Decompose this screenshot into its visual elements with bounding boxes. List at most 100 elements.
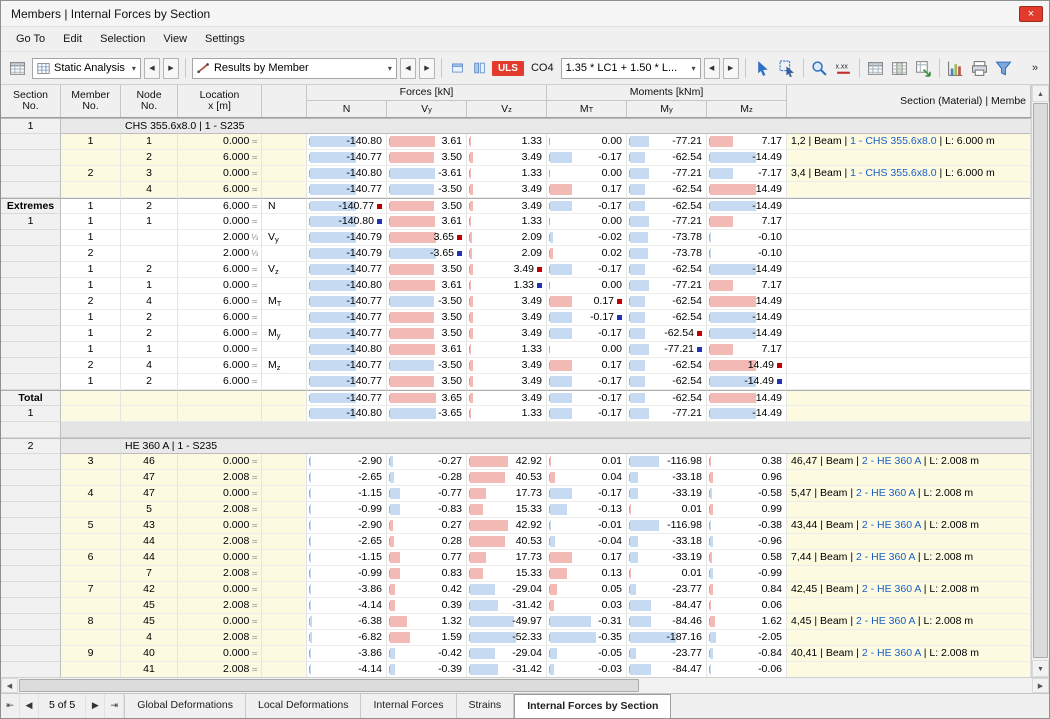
node-no-cell[interactable]: 4 — [121, 182, 178, 198]
cell-n[interactable]: -3.86 — [307, 646, 387, 662]
node-no-cell[interactable]: 4 — [121, 358, 178, 374]
cell-vz[interactable]: 42.92 — [467, 518, 547, 534]
cell-mt[interactable]: -0.17 — [547, 310, 627, 326]
cell-mt[interactable]: -0.35 — [547, 630, 627, 646]
cell-mz[interactable]: -14.49 — [707, 310, 787, 326]
cell-my[interactable]: -62.54 — [627, 198, 707, 214]
section-description-cell[interactable] — [787, 598, 1031, 614]
cell-vz[interactable]: -29.04 — [467, 646, 547, 662]
cell-mz[interactable]: 14.49 — [707, 182, 787, 198]
cell-vz[interactable]: 1.33 — [467, 166, 547, 182]
location-cell[interactable]: 0.000 ≍ — [178, 278, 262, 294]
cell-n[interactable]: -140.80 — [307, 342, 387, 358]
cell-vy[interactable]: 3.50 — [387, 326, 467, 342]
member-no-cell[interactable] — [61, 598, 121, 614]
combination-next-button[interactable]: ▶ — [722, 57, 739, 79]
cell-mz[interactable]: -0.58 — [707, 486, 787, 502]
cell-mt[interactable]: 0.03 — [547, 598, 627, 614]
cell-n[interactable]: -140.77 — [307, 358, 387, 374]
tab-local-deformations[interactable]: Local Deformations — [246, 694, 362, 718]
location-cell[interactable]: 6.000 ≍ — [178, 358, 262, 374]
location-cell[interactable]: 0.000 ≍ — [178, 550, 262, 566]
menu-selection[interactable]: Selection — [91, 30, 154, 48]
last-table-button[interactable]: ⇥ — [105, 694, 125, 718]
section-no-cell[interactable] — [1, 358, 61, 374]
cell-my[interactable]: -62.54 — [627, 374, 707, 390]
node-no-cell[interactable] — [121, 230, 178, 246]
section-description-cell[interactable] — [787, 630, 1031, 646]
section-no-cell[interactable] — [1, 534, 61, 550]
cell-vz[interactable]: 17.73 — [467, 550, 547, 566]
member-no-cell[interactable] — [61, 534, 121, 550]
cell-my[interactable]: -77.21 — [627, 214, 707, 230]
section-description-cell[interactable] — [787, 198, 1031, 214]
node-no-cell[interactable]: 2 — [121, 262, 178, 278]
cell-mt[interactable]: 0.01 — [547, 454, 627, 470]
cell-vy[interactable]: 3.61 — [387, 214, 467, 230]
cell-mz[interactable]: 0.58 — [707, 550, 787, 566]
cell-vz[interactable]: 1.33 — [467, 278, 547, 294]
cell-vy[interactable]: 0.28 — [387, 534, 467, 550]
node-no-cell[interactable]: 4 — [121, 294, 178, 310]
location-cell[interactable]: 6.000 ≍ — [178, 294, 262, 310]
section-no-cell[interactable] — [1, 646, 61, 662]
cell-n[interactable]: -140.77 — [307, 374, 387, 390]
section-description-cell[interactable] — [787, 230, 1031, 246]
node-no-cell[interactable]: 44 — [121, 534, 178, 550]
section-description-cell[interactable]: 7,44 | Beam | 2 - HE 360 A | L: 2.008 m — [787, 550, 1031, 566]
location-cell[interactable]: 6.000 ≍ — [178, 150, 262, 166]
location-cell[interactable]: 0.000 ≍ — [178, 166, 262, 182]
location-cell[interactable]: 0.000 ≍ — [178, 518, 262, 534]
cell-vz[interactable]: 3.49 — [467, 294, 547, 310]
member-no-cell[interactable]: 1 — [61, 230, 121, 246]
section-description-cell[interactable] — [787, 358, 1031, 374]
cell-vz[interactable]: -31.42 — [467, 662, 547, 677]
cell-mt[interactable]: -0.04 — [547, 534, 627, 550]
section-no-cell[interactable] — [1, 502, 61, 518]
results-mode-combo[interactable]: Results by Member ▾ — [191, 57, 397, 79]
cell-vy[interactable]: 0.27 — [387, 518, 467, 534]
cell-mt[interactable]: -0.17 — [547, 198, 627, 214]
cell-n[interactable]: -140.77 — [307, 182, 387, 198]
cell-mz[interactable]: -14.49 — [707, 198, 787, 214]
section-no-cell[interactable]: 1 — [1, 214, 61, 230]
section-description-cell[interactable]: 3,4 | Beam | 1 - CHS 355.6x8.0 | L: 6.00… — [787, 166, 1031, 182]
section-description-cell[interactable] — [787, 246, 1031, 262]
cell-mt[interactable]: -0.31 — [547, 614, 627, 630]
scroll-down-icon[interactable]: ▼ — [1032, 660, 1049, 677]
cell-vy[interactable]: -0.27 — [387, 454, 467, 470]
section-description-cell[interactable]: 42,45 | Beam | 2 - HE 360 A | L: 2.008 m — [787, 582, 1031, 598]
cell-mz[interactable]: 1.62 — [707, 614, 787, 630]
node-no-cell[interactable]: 45 — [121, 614, 178, 630]
section-description-cell[interactable] — [787, 262, 1031, 278]
section-no-cell[interactable]: Extremes — [1, 198, 61, 214]
member-no-cell[interactable] — [61, 182, 121, 198]
analysis-combo[interactable]: Static Analysis ▾ — [32, 57, 141, 79]
analysis-next-button[interactable]: ▶ — [162, 57, 179, 79]
cell-vy[interactable]: 0.42 — [387, 582, 467, 598]
cell-mt[interactable]: -0.01 — [547, 518, 627, 534]
cell-my[interactable]: -33.18 — [627, 534, 707, 550]
cell-mz[interactable]: -14.49 — [707, 374, 787, 390]
result-diagrams-icon[interactable] — [944, 57, 967, 80]
node-no-cell[interactable]: 47 — [121, 470, 178, 486]
location-cell[interactable]: 2.000 ⅓ — [178, 230, 262, 246]
node-no-cell[interactable]: 45 — [121, 598, 178, 614]
section-no-cell[interactable]: 2 — [1, 438, 61, 454]
cell-vy[interactable]: 3.50 — [387, 374, 467, 390]
loadcase-list-icon[interactable] — [448, 58, 467, 79]
cell-vy[interactable]: -0.83 — [387, 502, 467, 518]
member-no-cell[interactable] — [61, 390, 121, 406]
node-no-cell[interactable]: 2 — [121, 326, 178, 342]
cell-mz[interactable]: 7.17 — [707, 134, 787, 150]
section-no-cell[interactable] — [1, 230, 61, 246]
location-cell[interactable]: 0.000 ≍ — [178, 486, 262, 502]
section-no-cell[interactable] — [1, 582, 61, 598]
location-cell[interactable]: 0.000 ≍ — [178, 646, 262, 662]
section-description-cell[interactable] — [787, 470, 1031, 486]
table-export-icon[interactable] — [912, 57, 935, 80]
cell-mz[interactable]: 14.49 — [707, 294, 787, 310]
section-no-cell[interactable] — [1, 166, 61, 182]
member-no-cell[interactable]: 1 — [61, 198, 121, 214]
cell-my[interactable]: -116.98 — [627, 518, 707, 534]
